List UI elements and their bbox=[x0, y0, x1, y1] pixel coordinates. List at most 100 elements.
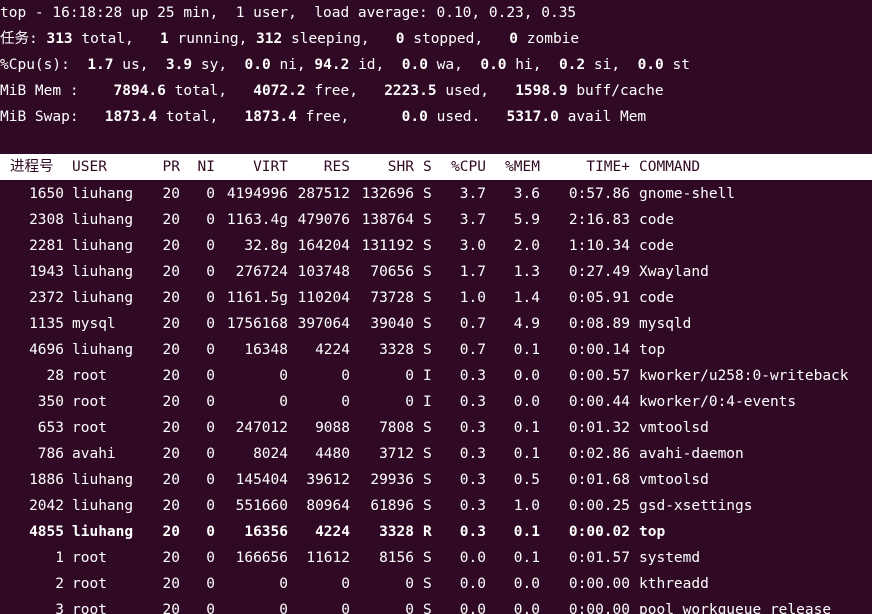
mem-cell: 0.5 bbox=[513, 472, 540, 488]
pid-cell: 4696 bbox=[29, 342, 64, 358]
tasks-zombie: 0 bbox=[509, 31, 519, 47]
mem-cell: 0.1 bbox=[513, 342, 540, 358]
time-cell: 0:00.14 bbox=[568, 342, 630, 358]
res-cell: 39612 bbox=[306, 472, 350, 488]
res-cell: 0 bbox=[341, 368, 350, 384]
time-cell: 0:00.00 bbox=[568, 576, 630, 592]
shr-cell: 29936 bbox=[370, 472, 414, 488]
command-cell: kthreadd bbox=[639, 576, 709, 592]
pr-cell: 20 bbox=[162, 446, 180, 462]
process-row[interactable]: 2281 liuhang 20 0 32.8g 164204 131192 S … bbox=[0, 233, 872, 259]
user-cell: liuhang bbox=[72, 498, 134, 514]
mem-total: 7894.6 bbox=[113, 83, 166, 99]
state-cell: S bbox=[423, 550, 432, 566]
process-row[interactable]: 350 root 20 0 0 0 0 I 0.3 0.0 0:00.44 kw… bbox=[0, 389, 872, 415]
command-cell: kworker/0:4-events bbox=[639, 394, 797, 410]
res-cell: 103748 bbox=[297, 264, 350, 280]
res-cell: 164204 bbox=[297, 238, 350, 254]
header-mem: %MEM bbox=[505, 159, 540, 175]
swap-avail-label: avail Mem bbox=[567, 109, 647, 125]
pr-cell: 20 bbox=[162, 524, 180, 540]
cpu-label: %Cpu(s): bbox=[0, 57, 70, 73]
cpu-wa: 0.0 bbox=[401, 57, 428, 73]
pr-cell: 20 bbox=[162, 342, 180, 358]
pr-cell: 20 bbox=[162, 212, 180, 228]
time-cell: 0:00.25 bbox=[568, 498, 630, 514]
command-cell: top bbox=[639, 524, 666, 540]
shr-cell: 0 bbox=[405, 576, 414, 592]
virt-cell: 1756168 bbox=[226, 316, 288, 332]
user-cell: liuhang bbox=[72, 290, 134, 306]
mem-cell: 5.9 bbox=[513, 212, 540, 228]
header-pid: 进程号 bbox=[10, 159, 54, 175]
state-cell: S bbox=[423, 602, 432, 614]
cpu-cell: 0.3 bbox=[459, 472, 486, 488]
command-cell: gsd-xsettings bbox=[639, 498, 753, 514]
pid-cell: 2042 bbox=[29, 498, 64, 514]
shr-cell: 3712 bbox=[379, 446, 414, 462]
mem-cell: 4.9 bbox=[513, 316, 540, 332]
time-cell: 0:27.49 bbox=[568, 264, 630, 280]
user-cell: avahi bbox=[72, 446, 116, 462]
ni-cell: 0 bbox=[206, 368, 215, 384]
time-cell: 0:00.02 bbox=[568, 524, 630, 540]
pr-cell: 20 bbox=[162, 602, 180, 614]
cpu-cell: 0.3 bbox=[459, 420, 486, 436]
process-row[interactable]: 1886 liuhang 20 0 145404 39612 29936 S 0… bbox=[0, 467, 872, 493]
process-row[interactable]: 2308 liuhang 20 0 1163.4g 479076 138764 … bbox=[0, 207, 872, 233]
header-virt: VIRT bbox=[253, 159, 288, 175]
pid-cell: 1943 bbox=[29, 264, 64, 280]
mem-cell: 1.4 bbox=[513, 290, 540, 306]
virt-cell: 8024 bbox=[253, 446, 288, 462]
virt-cell: 551660 bbox=[235, 498, 288, 514]
state-cell: S bbox=[423, 186, 432, 202]
command-cell: code bbox=[639, 238, 674, 254]
ni-cell: 0 bbox=[206, 342, 215, 358]
process-row[interactable]: 28 root 20 0 0 0 0 I 0.3 0.0 0:00.57 kwo… bbox=[0, 363, 872, 389]
user-cell: root bbox=[72, 550, 107, 566]
process-row[interactable]: 1943 liuhang 20 0 276724 103748 70656 S … bbox=[0, 259, 872, 285]
process-row[interactable]: 3 root 20 0 0 0 0 S 0.0 0.0 0:00.00 pool… bbox=[0, 597, 872, 614]
command-cell: mysqld bbox=[639, 316, 692, 332]
ni-cell: 0 bbox=[206, 550, 215, 566]
time-cell: 0:01.32 bbox=[568, 420, 630, 436]
process-row[interactable]: 1650 liuhang 20 0 4194996 287512 132696 … bbox=[0, 181, 872, 207]
mem-line: MiB Mem : 7894.6 total, 4072.2 free, 222… bbox=[0, 78, 664, 104]
res-cell: 80964 bbox=[306, 498, 350, 514]
pr-cell: 20 bbox=[162, 472, 180, 488]
process-row[interactable]: 4696 liuhang 20 0 16348 4224 3328 S 0.7 … bbox=[0, 337, 872, 363]
process-row[interactable]: 2042 liuhang 20 0 551660 80964 61896 S 0… bbox=[0, 493, 872, 519]
cpu-us-label: us, bbox=[122, 57, 149, 73]
time-cell: 0:02.86 bbox=[568, 446, 630, 462]
process-row[interactable]: 1135 mysql 20 0 1756168 397064 39040 S 0… bbox=[0, 311, 872, 337]
swap-free: 1873.4 bbox=[244, 109, 297, 125]
state-cell: S bbox=[423, 316, 432, 332]
pid-cell: 1 bbox=[55, 550, 64, 566]
ni-cell: 0 bbox=[206, 420, 215, 436]
command-cell: pool_workqueue_release bbox=[639, 602, 832, 614]
process-row[interactable]: 653 root 20 0 247012 9088 7808 S 0.3 0.1… bbox=[0, 415, 872, 441]
mem-cell: 0.0 bbox=[513, 576, 540, 592]
time-cell: 0:00.00 bbox=[568, 602, 630, 614]
virt-cell: 0 bbox=[279, 602, 288, 614]
user-cell: root bbox=[72, 394, 107, 410]
shr-cell: 138764 bbox=[361, 212, 414, 228]
cpu-us: 1.7 bbox=[87, 57, 114, 73]
swap-label: MiB Swap: bbox=[0, 109, 79, 125]
process-row-highlighted[interactable]: 4855 liuhang 20 0 16356 4224 3328 R 0.3 … bbox=[0, 519, 872, 545]
ni-cell: 0 bbox=[206, 316, 215, 332]
virt-cell: 247012 bbox=[235, 420, 288, 436]
virt-cell: 276724 bbox=[235, 264, 288, 280]
res-cell: 0 bbox=[341, 576, 350, 592]
shr-cell: 3328 bbox=[379, 524, 414, 540]
mem-free: 4072.2 bbox=[253, 83, 306, 99]
process-row[interactable]: 2372 liuhang 20 0 1161.5g 110204 73728 S… bbox=[0, 285, 872, 311]
tasks-zombie-label: zombie bbox=[526, 31, 580, 47]
process-row[interactable]: 786 avahi 20 0 8024 4480 3712 S 0.3 0.1 … bbox=[0, 441, 872, 467]
process-row[interactable]: 1 root 20 0 166656 11612 8156 S 0.0 0.1 … bbox=[0, 545, 872, 571]
ni-cell: 0 bbox=[206, 472, 215, 488]
mem-cell: 2.0 bbox=[513, 238, 540, 254]
virt-cell: 1161.5g bbox=[226, 290, 288, 306]
process-row[interactable]: 2 root 20 0 0 0 0 S 0.0 0.0 0:00.00 kthr… bbox=[0, 571, 872, 597]
cpu-line: %Cpu(s): 1.7 us, 3.9 sy, 0.0 ni, 94.2 id… bbox=[0, 52, 690, 78]
